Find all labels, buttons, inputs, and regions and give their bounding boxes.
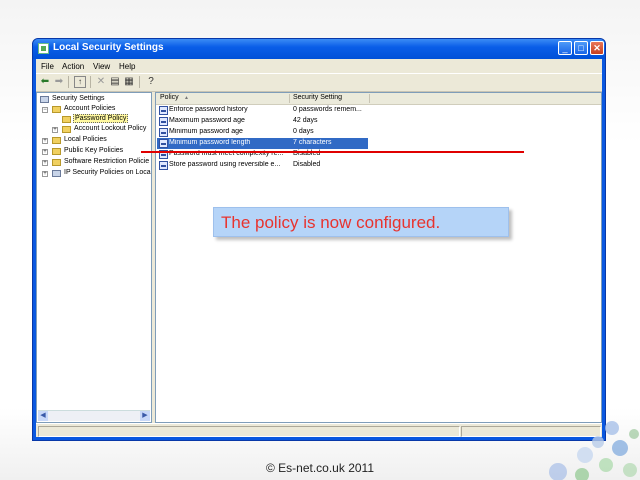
tree-label: Password Policy <box>73 114 129 123</box>
status-bar <box>36 423 602 437</box>
policy-name: Maximum password age <box>169 117 245 124</box>
folder-icon <box>52 148 61 155</box>
expand-toggle[interactable]: + <box>42 138 48 144</box>
column-divider[interactable] <box>289 94 290 103</box>
decor-dot <box>605 421 619 435</box>
delete-icon[interactable]: ✕ <box>95 76 107 88</box>
up-folder-icon[interactable]: ↑ <box>74 76 86 88</box>
list-header: Policy ▲ Security Setting <box>156 93 601 105</box>
folder-icon <box>52 159 61 166</box>
menu-bar: File Action View Help <box>36 59 602 73</box>
security-setting-value: 0 passwords remem... <box>293 106 362 113</box>
security-setting-value: Disabled <box>293 161 321 168</box>
folder-icon <box>52 106 61 113</box>
policy-icon <box>159 117 168 126</box>
maximize-button[interactable]: □ <box>574 41 588 55</box>
decor-dot <box>592 436 604 448</box>
tree-horizontal-scrollbar[interactable]: ◀ ▶ <box>38 410 150 421</box>
panes: Security Settings − Account Policies Pas… <box>36 92 602 423</box>
expand-toggle[interactable]: + <box>42 171 48 177</box>
tree-label: Account Lockout Policy <box>74 125 147 132</box>
policy-icon <box>159 106 168 115</box>
column-header-policy[interactable]: Policy <box>160 94 179 101</box>
decorative-dots <box>549 421 639 480</box>
table-row[interactable]: Maximum password age 42 days <box>157 116 368 127</box>
decor-dot <box>629 429 639 439</box>
toolbar: ⬅ ➡ ↑ ✕ ▤ ▦ ? <box>36 73 602 92</box>
callout-text: The policy is now configured. <box>221 213 441 232</box>
minimize-button[interactable]: _ <box>558 41 572 55</box>
decor-dot <box>577 447 593 463</box>
policy-list-pane[interactable]: Policy ▲ Security Setting Enforce passwo… <box>155 92 602 423</box>
tree-label: Security Settings <box>52 95 105 102</box>
policy-name: Store password using reversible e... <box>169 161 281 168</box>
sort-indicator-icon: ▲ <box>184 95 189 101</box>
column-header-security-setting[interactable]: Security Setting <box>293 94 342 101</box>
toolbar-separator <box>68 76 69 88</box>
decor-dot <box>623 463 637 477</box>
app-icon <box>38 43 49 54</box>
tree-label: IP Security Policies on Loca <box>64 169 151 176</box>
table-row[interactable]: Minimum password age 0 days <box>157 127 368 138</box>
status-cell <box>38 426 460 437</box>
folder-icon <box>52 137 61 144</box>
scroll-left-icon[interactable]: ◀ <box>38 411 48 421</box>
tree-pane[interactable]: Security Settings − Account Policies Pas… <box>36 92 152 423</box>
policy-icon <box>159 139 168 148</box>
close-button[interactable]: ✕ <box>590 41 604 55</box>
security-setting-value: 0 days <box>293 128 314 135</box>
column-divider[interactable] <box>369 94 370 103</box>
title-bar[interactable]: Local Security Settings _ □ ✕ <box>33 39 605 59</box>
tree-label: Local Policies <box>64 136 107 143</box>
decor-dot <box>599 458 613 472</box>
ip-security-icon <box>52 170 61 177</box>
help-icon[interactable]: ? <box>145 76 157 88</box>
toolbar-separator <box>90 76 91 88</box>
security-settings-icon <box>40 96 49 103</box>
table-row[interactable]: Enforce password history 0 passwords reme… <box>157 105 368 116</box>
policy-name: Enforce password history <box>169 106 248 113</box>
collapse-toggle[interactable]: − <box>42 107 48 113</box>
decor-dot <box>575 468 589 480</box>
annotation-line <box>141 151 524 153</box>
table-row[interactable]: Minimum password length 7 characters <box>157 138 368 149</box>
decor-dot <box>549 463 567 480</box>
expand-toggle[interactable]: + <box>42 160 48 166</box>
policy-icon <box>159 128 168 137</box>
tree-label: Public Key Policies <box>64 147 124 154</box>
properties-icon[interactable]: ▤ <box>109 76 121 88</box>
forward-arrow-icon[interactable]: ➡ <box>53 76 65 88</box>
menu-action[interactable]: Action <box>62 62 84 71</box>
window-title: Local Security Settings <box>53 42 164 53</box>
window-client: File Action View Help ⬅ ➡ ↑ ✕ ▤ ▦ ? Secu… <box>36 59 602 437</box>
export-icon[interactable]: ▦ <box>123 76 135 88</box>
expand-toggle[interactable]: + <box>42 149 48 155</box>
menu-view[interactable]: View <box>93 62 110 71</box>
menu-file[interactable]: File <box>41 62 54 71</box>
security-setting-value: 7 characters <box>293 139 332 146</box>
scroll-right-icon[interactable]: ▶ <box>140 411 150 421</box>
folder-icon <box>62 116 71 123</box>
folder-icon <box>62 126 71 133</box>
tree-label: Account Policies <box>64 105 116 112</box>
local-security-settings-window: Local Security Settings _ □ ✕ File Actio… <box>32 38 606 441</box>
back-arrow-icon[interactable]: ⬅ <box>39 76 51 88</box>
toolbar-separator <box>139 76 140 88</box>
security-setting-value: 42 days <box>293 117 318 124</box>
menu-help[interactable]: Help <box>119 62 135 71</box>
callout-box: The policy is now configured. <box>213 207 509 237</box>
policy-name: Minimum password age <box>169 128 243 135</box>
expand-toggle[interactable]: + <box>52 127 58 133</box>
decor-dot <box>612 440 628 456</box>
policy-name: Minimum password length <box>169 139 251 146</box>
tree-label: Software Restriction Policie <box>64 158 150 165</box>
policy-icon <box>159 161 168 170</box>
table-row[interactable]: Store password using reversible e... Disa… <box>157 160 368 171</box>
